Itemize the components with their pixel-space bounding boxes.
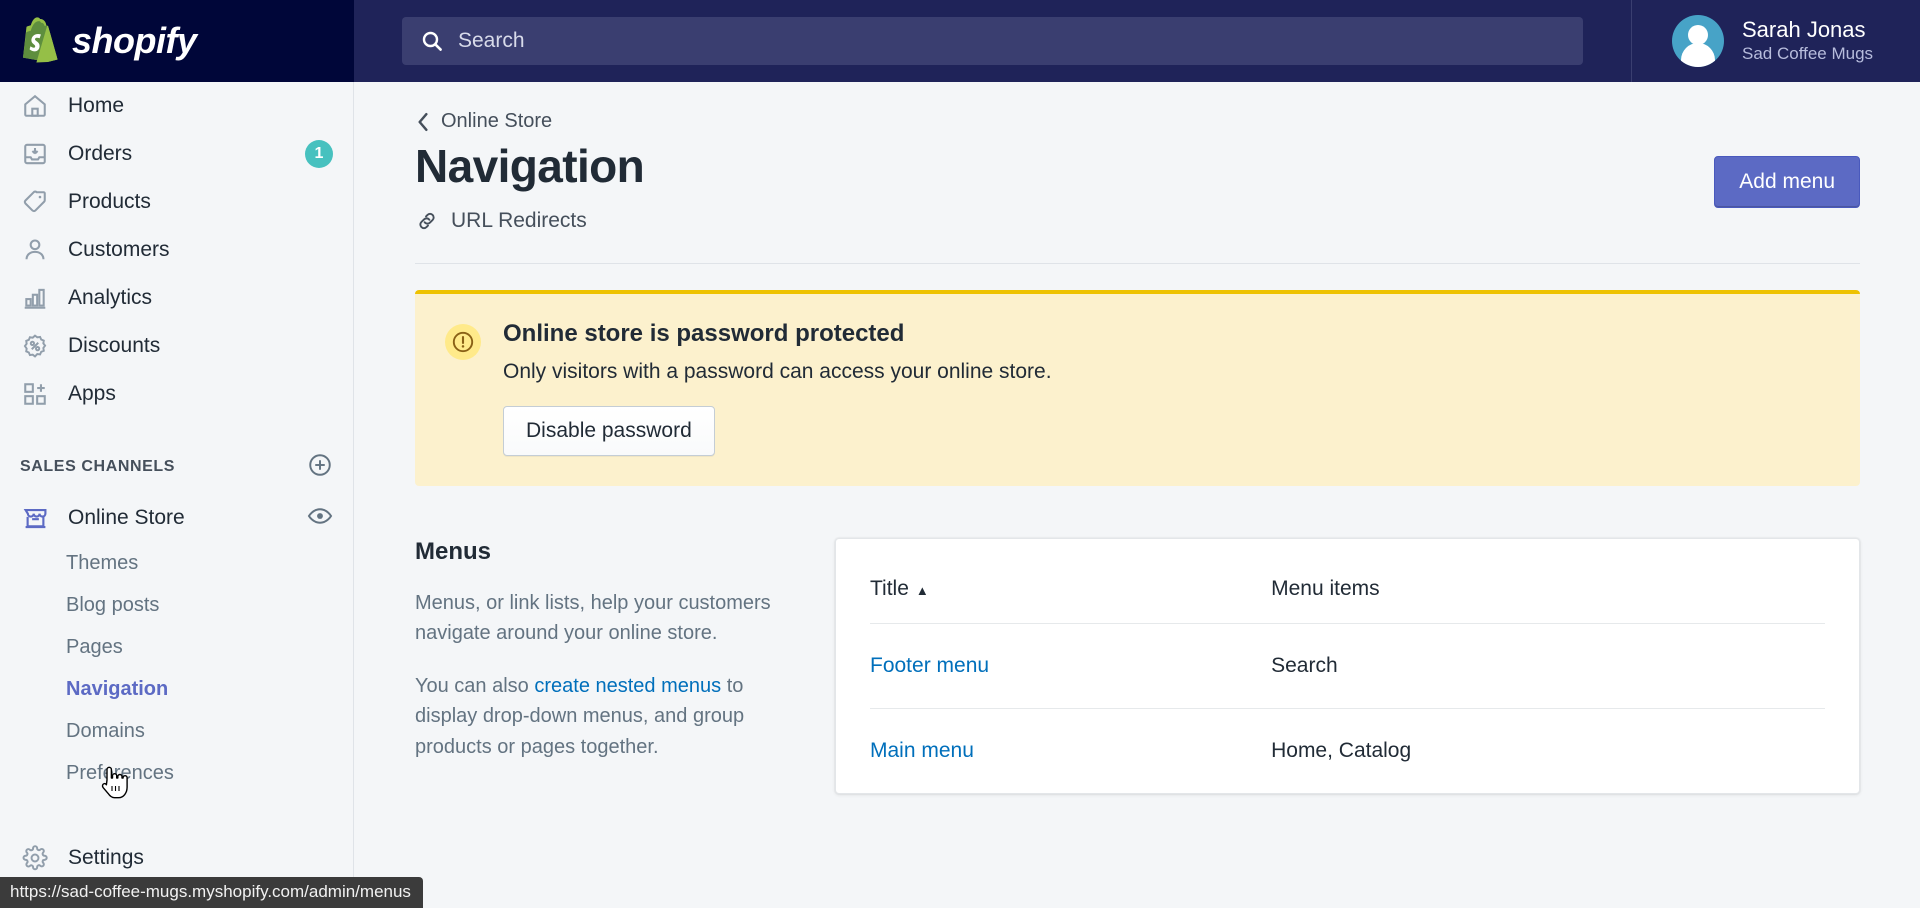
search-area: Search <box>354 17 1631 65</box>
user-name: Sarah Jonas <box>1742 16 1866 42</box>
menu-title-cell: Footer menu <box>870 623 1272 709</box>
sidebar-item-discounts[interactable]: Discounts <box>0 322 353 370</box>
sidebar-subitem-label: Themes <box>66 551 139 574</box>
menu-title-link[interactable]: Main menu <box>870 739 974 762</box>
search-input[interactable]: Search <box>402 17 1583 65</box>
customers-person-icon <box>20 235 50 265</box>
sidebar-item-apps[interactable]: Apps <box>0 370 353 418</box>
shopify-bag-icon <box>23 17 58 63</box>
sidebar-item-preferences[interactable]: Preferences <box>0 752 353 794</box>
sidebar-subitem-label: Navigation <box>66 677 169 700</box>
banner-title: Online store is password protected <box>503 320 905 347</box>
sort-ascending-icon: ▲ <box>915 583 929 598</box>
page-header: Online Store Navigation URL Redirects Ad… <box>415 82 1860 233</box>
menus-table: Title ▲ Menu items Footer menu Search Mai… <box>870 539 1825 793</box>
column-header-menu-items: Menu items <box>1271 539 1825 624</box>
menus-heading: Menus <box>415 538 492 565</box>
sidebar-item-products[interactable]: Products <box>0 178 353 226</box>
banner-body: Only visitors with a password can access… <box>503 360 1052 383</box>
main-content: Online Store Navigation URL Redirects Ad… <box>355 82 1920 908</box>
home-icon <box>20 91 50 121</box>
storefront-icon <box>20 503 50 533</box>
sidebar-item-blog-posts[interactable]: Blog posts <box>0 584 353 626</box>
sidebar-item-customers[interactable]: Customers <box>0 226 353 274</box>
sidebar-item-analytics[interactable]: Analytics <box>0 274 353 322</box>
sidebar-item-label: Orders <box>68 142 133 165</box>
sidebar-subitem-label: Blog posts <box>66 593 160 616</box>
header-divider <box>415 263 1860 264</box>
user-menu[interactable]: Sarah Jonas Sad Coffee Mugs <box>1631 0 1920 82</box>
add-menu-button[interactable]: Add menu <box>1714 156 1860 208</box>
menus-description: Menus Menus, or link lists, help your cu… <box>415 538 775 794</box>
menus-paragraph-1: Menus, or link lists, help your customer… <box>415 592 771 645</box>
menus-section: Menus Menus, or link lists, help your cu… <box>415 538 1860 794</box>
breadcrumb[interactable]: Online Store <box>415 110 552 133</box>
search-icon <box>422 31 442 51</box>
sidebar-item-navigation[interactable]: Navigation <box>0 668 353 710</box>
plus-circle-icon[interactable] <box>307 452 333 483</box>
menus-paragraph-2-pre: You can also <box>415 674 535 697</box>
url-redirects-link[interactable]: URL Redirects <box>415 209 587 233</box>
menu-title-cell: Main menu <box>870 709 1271 794</box>
sidebar-subitem-label: Pages <box>66 635 123 658</box>
sidebar-item-online-store[interactable]: Online Store <box>0 494 353 542</box>
table-row[interactable]: Main menu Home, Catalog <box>870 709 1825 794</box>
eye-icon[interactable] <box>307 503 333 534</box>
sidebar-item-label: Analytics <box>68 286 153 309</box>
sidebar-item-label: Home <box>68 94 125 117</box>
password-protected-banner: Online store is password protected Only … <box>415 290 1860 486</box>
menu-items-cell: Search <box>1271 623 1825 709</box>
create-nested-menus-link[interactable]: create nested menus <box>534 675 721 697</box>
chevron-left-icon <box>418 112 428 131</box>
status-bar-url: https://sad-coffee-mugs.myshopify.com/ad… <box>0 877 423 908</box>
top-bar: shopify Search Sarah Jonas Sad Coffee Mu… <box>0 0 1920 82</box>
sidebar-subitem-label: Domains <box>66 719 145 742</box>
sales-channels-title: SALES CHANNELS <box>20 458 176 475</box>
sidebar-item-orders[interactable]: Orders 1 <box>0 130 353 178</box>
column-header-title-label: Title <box>870 577 909 600</box>
sidebar-item-domains[interactable]: Domains <box>0 710 353 752</box>
disable-password-button[interactable]: Disable password <box>503 406 715 456</box>
orders-count-badge: 1 <box>305 140 333 168</box>
analytics-bars-icon <box>20 283 50 313</box>
sidebar: Home Orders 1 Products Customers Analyti… <box>0 82 354 908</box>
sidebar-item-label: Discounts <box>68 334 161 357</box>
menus-table-card: Title ▲ Menu items Footer menu Search Mai… <box>835 538 1860 794</box>
menu-items-cell: Home, Catalog <box>1271 739 1412 762</box>
products-tag-icon <box>20 187 50 217</box>
gear-icon <box>20 843 50 873</box>
apps-grid-plus-icon <box>20 379 50 409</box>
url-redirects-label: URL Redirects <box>451 209 587 232</box>
sidebar-item-label: Apps <box>68 382 116 405</box>
sidebar-item-label: Products <box>68 190 151 213</box>
user-shop-name: Sad Coffee Mugs <box>1742 44 1874 64</box>
sidebar-item-themes[interactable]: Themes <box>0 542 353 584</box>
sidebar-item-home[interactable]: Home <box>0 82 353 130</box>
page-title: Navigation <box>415 140 645 192</box>
sidebar-item-settings[interactable]: Settings <box>0 834 353 882</box>
table-header-row: Title ▲ Menu items <box>870 539 1825 624</box>
sidebar-item-label: Online Store <box>68 506 185 529</box>
sidebar-subitem-label: Preferences <box>66 761 174 784</box>
sidebar-item-label: Settings <box>68 846 144 869</box>
shopify-logo[interactable]: shopify <box>0 0 354 82</box>
orders-inbox-icon <box>20 139 50 169</box>
menu-title-link[interactable]: Footer menu <box>870 654 989 677</box>
discounts-percent-icon <box>20 331 50 361</box>
table-row[interactable]: Footer menu Search <box>870 623 1825 709</box>
shopify-wordmark: shopify <box>72 20 197 61</box>
avatar <box>1672 15 1724 67</box>
column-header-title[interactable]: Title ▲ <box>870 539 1272 624</box>
menus-paragraph-2: You can also create nested menus to disp… <box>415 671 775 762</box>
search-placeholder: Search <box>458 29 525 52</box>
breadcrumb-label: Online Store <box>441 110 553 132</box>
link-chain-icon <box>419 212 435 230</box>
sidebar-item-label: Customers <box>68 238 170 261</box>
sales-channels-header: SALES CHANNELS <box>0 440 353 494</box>
sidebar-item-pages[interactable]: Pages <box>0 626 353 668</box>
alert-circle-icon <box>445 324 481 360</box>
